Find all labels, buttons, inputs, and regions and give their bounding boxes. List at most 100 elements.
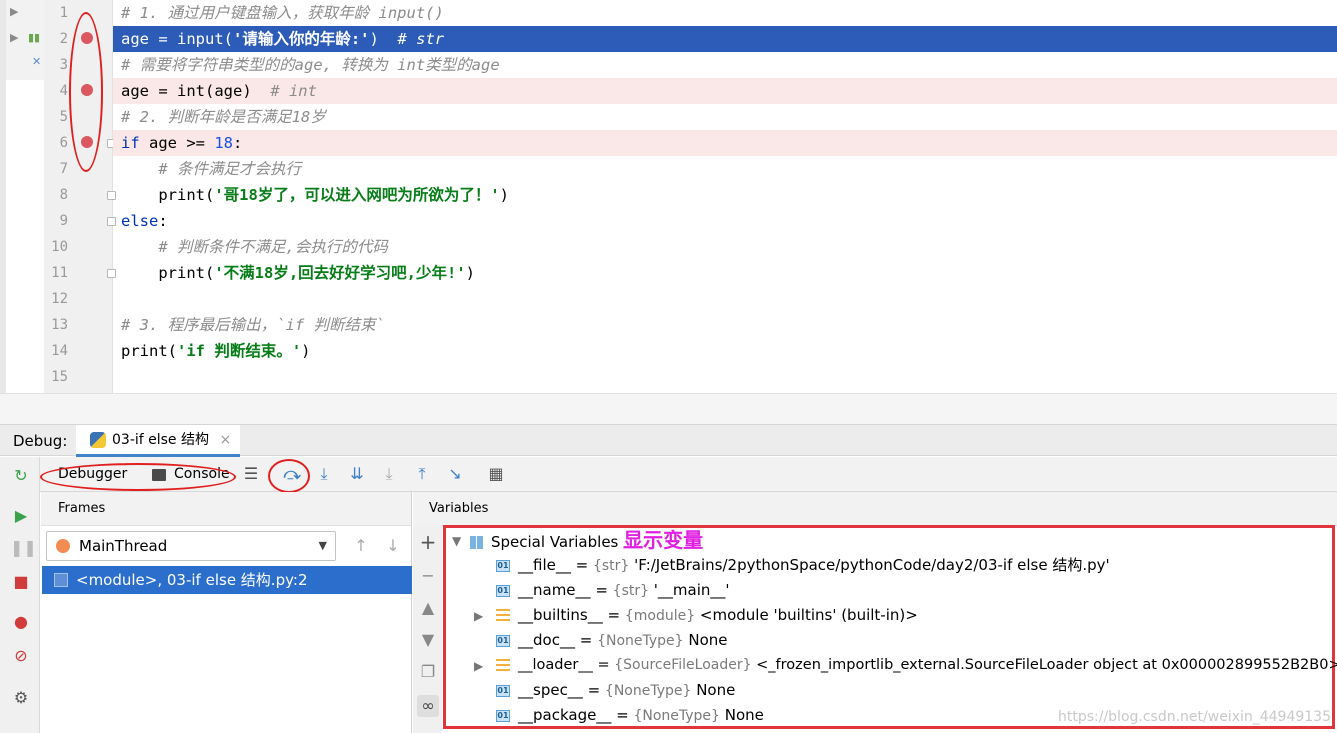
structure-icon[interactable]: ✕ xyxy=(32,56,41,68)
line-number: 5 xyxy=(59,109,68,125)
step-out-icon[interactable]: ⤒ xyxy=(411,463,433,485)
step-into-my-code-icon[interactable]: ⇊ xyxy=(346,463,368,485)
line-number: 13 xyxy=(51,317,68,333)
move-up-icon[interactable]: ▲ xyxy=(417,597,439,619)
debug-toolbar: Debugger Console ☰ ⤼ ⤓ ⇊ ⤓ ⤒ ↘ ▦ xyxy=(0,457,1337,493)
special-variables-group[interactable]: Special Variables 显示变量 xyxy=(470,528,703,553)
pause-icon[interactable]: ❚❚ xyxy=(10,537,37,559)
variable-row[interactable]: 01 __file__ = {str} 'F:/JetBrains/2python… xyxy=(496,553,1110,578)
stack-frame-row[interactable]: <module>, 03-if else 结构.py:2 xyxy=(42,566,412,594)
variable-value: '__main__' xyxy=(653,581,730,599)
line-number: 15 xyxy=(51,369,68,385)
structure-tool-icons: ▶ ▶ ▮▮ ✕ xyxy=(6,0,44,80)
line-number: 12 xyxy=(51,291,68,307)
code-editor[interactable]: ▶ ▶ ▮▮ ✕ 1 2 3 4 5 6 7 8 9 10 11 12 13 1… xyxy=(0,0,1337,393)
line-number: 8 xyxy=(59,187,68,203)
comment: # int xyxy=(270,82,317,100)
variable-icon: 01 xyxy=(496,634,510,647)
resume-icon[interactable]: ▶ xyxy=(10,505,32,527)
view-breakpoints-icon[interactable]: ● xyxy=(10,611,32,633)
comment: # str xyxy=(397,30,445,48)
code-line-10: # 判断条件不满足,会执行的代码 xyxy=(113,234,1337,260)
code-text: age = input( xyxy=(121,30,233,48)
string-literal: 'if 判断结束。' xyxy=(177,342,302,360)
string-literal: '哥18岁了，可以进入网吧为所欲为了！' xyxy=(214,186,500,204)
remove-watch-icon[interactable]: − xyxy=(417,565,439,587)
frames-panel: Frames MainThread ▼ ↑ ↓ <module>, 03-if … xyxy=(41,492,412,733)
code-line-6: if age >= 18: xyxy=(113,130,1337,156)
line-number: 1 xyxy=(59,5,68,21)
annotation-label: 显示变量 xyxy=(623,528,704,552)
variable-icon: 01 xyxy=(496,709,510,722)
frame-label: <module>, 03-if else 结构.py:2 xyxy=(76,571,308,589)
variable-value: None xyxy=(724,706,764,724)
glasses-icon[interactable]: ∞ xyxy=(417,695,439,717)
move-down-icon[interactable]: ▼ xyxy=(417,629,439,651)
code-line-9: else: xyxy=(113,208,1337,234)
variable-value: 'F:/JetBrains/2pythonSpace/pythonCode/da… xyxy=(634,556,1110,574)
frames-header: Frames xyxy=(41,492,411,526)
next-frame-arrow-icon[interactable]: ↓ xyxy=(383,536,403,555)
code-line-1: # 1. 通过用户键盘输入，获取年龄 input() xyxy=(113,0,1337,26)
variable-name: __loader__ xyxy=(518,657,593,673)
thread-selector[interactable]: MainThread ▼ xyxy=(46,531,336,561)
variable-type: {SourceFileLoader} xyxy=(614,657,752,673)
run-config-icon[interactable]: ▮▮ xyxy=(28,32,40,44)
evaluate-expression-icon[interactable]: ▦ xyxy=(485,463,507,485)
object-icon xyxy=(496,658,510,672)
variable-icon: 01 xyxy=(496,584,510,597)
layout-menu-icon[interactable]: ☰ xyxy=(240,463,262,485)
variable-type: {NoneType} xyxy=(604,683,692,699)
tabs-annotation-ellipse xyxy=(40,463,236,491)
code-text: ) xyxy=(301,342,311,360)
variable-icon: 01 xyxy=(496,684,510,697)
variables-tree[interactable]: ▼ Special Variables 显示变量 01 __file__ = {s… xyxy=(443,525,1337,729)
collapse-arrow-icon[interactable]: ▶ xyxy=(10,6,18,18)
variable-row[interactable]: 01 __name__ = {str} '__main__' xyxy=(496,578,730,603)
variable-value: <_frozen_importlib_external.SourceFileLo… xyxy=(756,657,1337,673)
copy-icon[interactable]: ❐ xyxy=(417,661,439,683)
variable-type: {str} xyxy=(592,558,630,574)
debug-session-tab[interactable]: 03-if else 结构 × xyxy=(76,425,240,457)
comment: # 3. 程序最后输出，`if 判断结束` xyxy=(121,316,385,334)
variable-row[interactable]: 01 __spec__ = {NoneType} None xyxy=(496,678,735,703)
comment: # 判断条件不满足,会执行的代码 xyxy=(121,238,388,256)
add-watch-icon[interactable]: + xyxy=(417,531,439,553)
string-literal: '请输入你的年龄:' xyxy=(232,30,370,48)
keyword: else xyxy=(121,212,159,230)
keyword: if xyxy=(121,134,140,152)
variable-name: __doc__ xyxy=(518,631,575,649)
variable-value: None xyxy=(688,631,728,649)
variable-row[interactable]: __loader__ = {SourceFileLoader} <_frozen… xyxy=(496,653,1337,678)
variables-header: Variables xyxy=(413,492,1337,526)
expand-arrow-icon[interactable]: ▶ xyxy=(474,659,483,673)
expand-arrow-icon[interactable]: ▼ xyxy=(452,534,461,548)
code-line-8: print('哥18岁了，可以进入网吧为所欲为了！') xyxy=(113,182,1337,208)
expand-arrow-icon[interactable]: ▶ xyxy=(474,609,483,623)
grid-icon xyxy=(470,536,483,549)
editor-bottom-strip xyxy=(0,393,1337,424)
variable-type: {module} xyxy=(624,608,696,624)
expand-arrow-icon[interactable]: ▶ xyxy=(10,32,18,44)
stop-icon[interactable]: ■ xyxy=(10,571,32,593)
comment: # 1. 通过用户键盘输入，获取年龄 input() xyxy=(121,4,444,22)
variable-row[interactable]: 01 __package__ = {NoneType} None xyxy=(496,703,764,728)
mute-breakpoints-icon[interactable]: ⊘ xyxy=(10,645,32,667)
rerun-icon[interactable]: ↻ xyxy=(10,465,32,487)
settings-gear-icon[interactable]: ⚙ xyxy=(10,687,32,709)
previous-frame-arrow-icon[interactable]: ↑ xyxy=(351,536,371,555)
code-text: age >= xyxy=(139,134,215,152)
step-into-icon[interactable]: ⤓ xyxy=(313,463,335,485)
group-label: Special Variables xyxy=(491,533,619,551)
variables-panel: Variables ▼ Special Variables 显示变量 01 __f… xyxy=(413,492,1337,733)
code-area[interactable]: # 1. 通过用户键盘输入，获取年龄 input() age = input('… xyxy=(113,0,1337,393)
force-step-into-icon[interactable]: ⤓ xyxy=(378,463,400,485)
close-icon[interactable]: × xyxy=(219,432,231,448)
run-to-cursor-icon[interactable]: ↘ xyxy=(444,463,466,485)
thread-name: MainThread xyxy=(79,537,168,555)
variable-row[interactable]: 01 __doc__ = {NoneType} None xyxy=(496,628,727,653)
variable-row[interactable]: __builtins__ = {module} <module 'builtin… xyxy=(496,603,918,628)
variable-value: <module 'builtins' (built-in)> xyxy=(699,606,918,624)
code-line-5: # 2. 判断年龄是否满足18岁 xyxy=(113,104,1337,130)
